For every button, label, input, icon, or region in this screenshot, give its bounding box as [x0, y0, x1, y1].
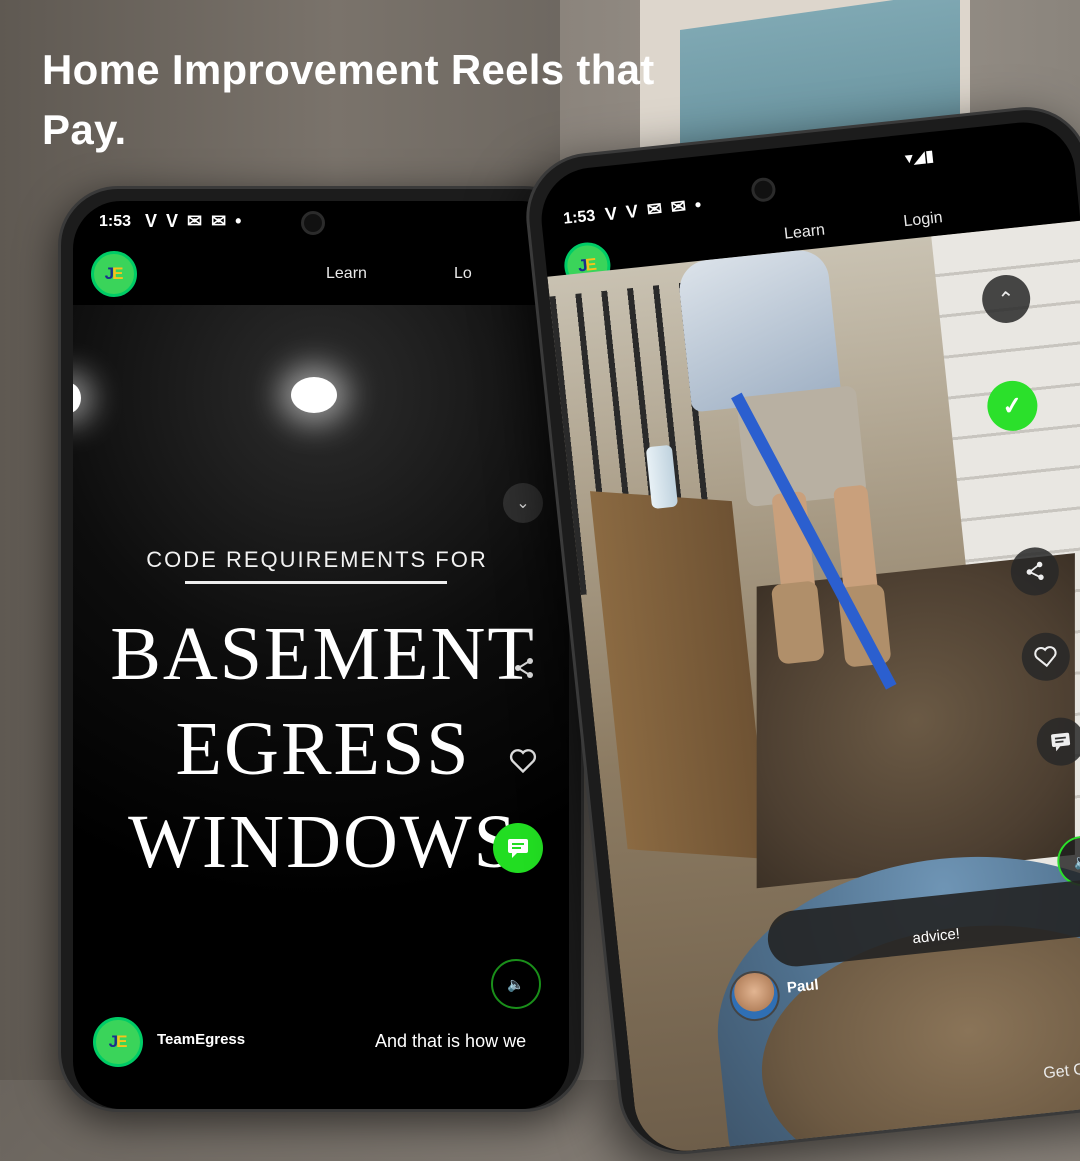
sound-icon[interactable]: 🔈 [491, 959, 541, 1009]
video-subtitle: CODE REQUIREMENTS FOR [146, 547, 488, 572]
chevron-up-icon[interactable]: ⌄ [503, 483, 543, 523]
share-icon[interactable] [509, 653, 539, 683]
deck-steps [589, 491, 770, 860]
worker-shirt [676, 247, 842, 413]
notification-icons: V V ✉ ✉ • [145, 211, 244, 231]
app-header: JE Learn Lo [73, 245, 569, 305]
ceiling-light [291, 377, 337, 413]
nav-login-link[interactable]: Login [903, 209, 944, 231]
phone-left-screen: 1:53 V V ✉ ✉ • JE Learn Lo CODE REQUIREM… [73, 201, 569, 1109]
front-camera-icon [750, 176, 777, 203]
reel-username[interactable]: TeamEgress [157, 1031, 245, 1048]
comment-icon[interactable] [493, 823, 543, 873]
heart-icon[interactable] [503, 741, 543, 781]
nav-login-link[interactable]: Lo [454, 265, 472, 283]
promo-headline: Home Improvement Reels that Pay. [42, 46, 655, 153]
app-logo-icon[interactable]: JE [91, 251, 137, 297]
worker-boot-left [770, 580, 825, 665]
video-title-line-2: EGRESS [175, 707, 471, 791]
nav-learn-link[interactable]: Learn [783, 222, 826, 244]
nav-learn-link[interactable]: Learn [326, 265, 367, 283]
title-divider [185, 581, 447, 584]
video-title-line-1: BASEMENT [110, 612, 536, 696]
user-avatar-logo-icon[interactable]: JE [93, 1017, 143, 1067]
status-bar: 1:53 V V ✉ ✉ • [73, 201, 569, 241]
front-camera-icon [301, 211, 325, 235]
reel-video[interactable] [547, 220, 1080, 1156]
phone-right-screen: 1:53 V V ✉ ✉ • ▾◢▮ JE Learn Login ⌃ ✓ 🔈 … [536, 117, 1080, 1156]
phone-left: 1:53 V V ✉ ✉ • JE Learn Lo CODE REQUIREM… [58, 186, 584, 1112]
commenter-name: Paul [786, 976, 820, 997]
reel-caption: And that is how we [375, 1031, 527, 1051]
status-time: 1:53 [99, 213, 132, 230]
wifi-signal-battery-icons: ▾◢▮ [904, 147, 935, 168]
ceiling-light-edge [73, 383, 81, 413]
